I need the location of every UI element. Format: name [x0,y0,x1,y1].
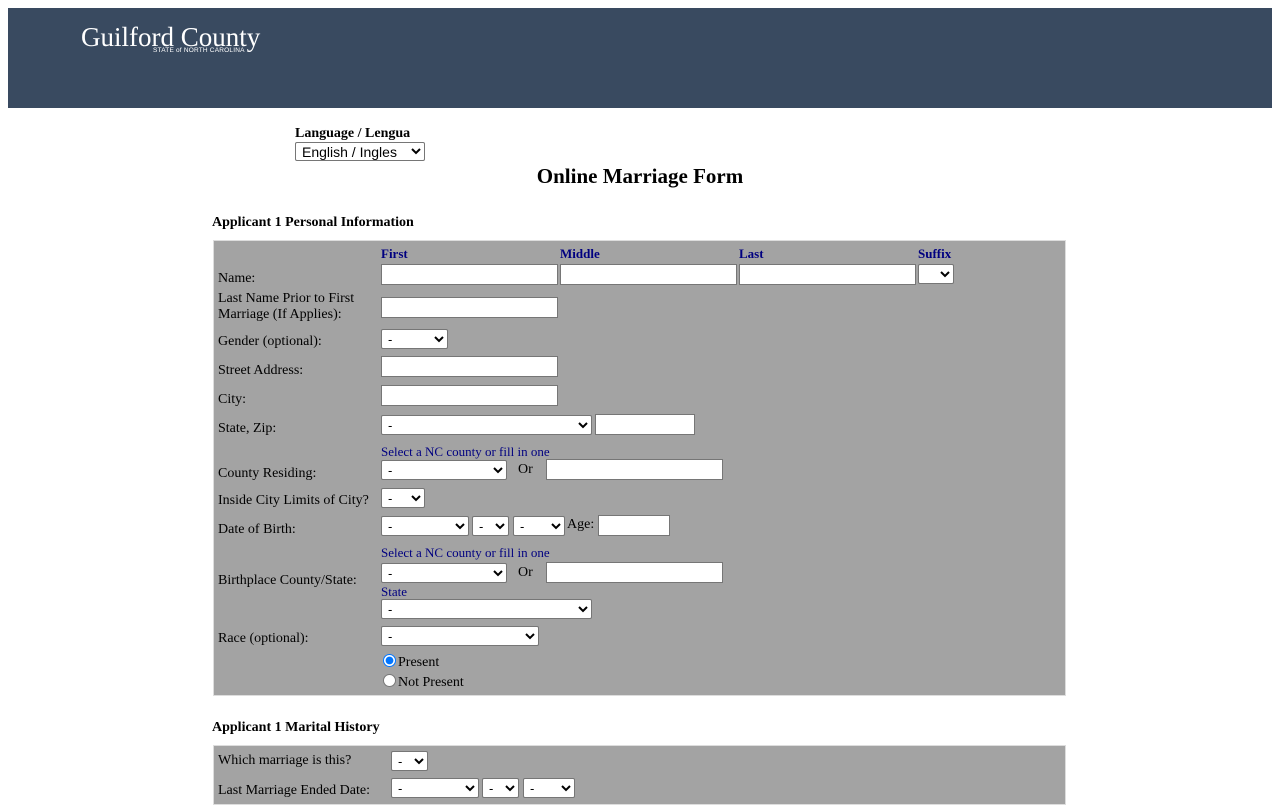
county-residing-input[interactable] [546,459,723,480]
language-label: Language / Lengua [295,126,411,141]
street-address-label: Street Address: [218,363,304,378]
dob-year-select[interactable]: - [513,516,565,536]
section-title-marital: Applicant 1 Marital History [212,720,380,735]
column-first: First [381,246,408,261]
which-marriage-select[interactable]: - [391,751,428,771]
column-suffix: Suffix [918,246,952,261]
middle-name-input[interactable] [560,264,737,285]
street-address-input[interactable] [381,356,558,377]
gender-label: Gender (optional): [218,334,322,349]
site-header: Guilford County STATE of NORTH CAROLINA [8,8,1272,108]
inside-city-label: Inside City Limits of City? [218,493,369,508]
ended-day-select[interactable]: - [482,778,519,798]
birthplace-county-input[interactable] [546,562,723,583]
county-residing-select[interactable]: - [381,460,507,480]
birthplace-hint: Select a NC county or fill in one [381,545,550,560]
section-title-personal: Applicant 1 Personal Information [212,215,414,230]
language-select[interactable]: English / Ingles [295,142,425,161]
city-input[interactable] [381,385,558,406]
gender-select[interactable]: - [381,329,448,349]
county-hint: Select a NC county or fill in one [381,444,550,459]
zip-input[interactable] [595,414,695,435]
state-select[interactable]: - [381,415,592,435]
or-text-county: Or [518,462,533,477]
ended-month-select[interactable]: - [391,778,479,798]
city-label: City: [218,392,247,407]
logo-subtitle: STATE of NORTH CAROLINA [153,47,245,54]
suffix-select[interactable] [918,264,954,284]
dob-day-select[interactable]: - [472,516,509,536]
prior-last-name-input[interactable] [381,297,558,318]
present-label: Present [398,655,440,670]
present-radio[interactable] [383,654,396,667]
birthplace-state-select[interactable]: - [381,599,592,619]
birthplace-label: Birthplace County/State: [218,573,357,588]
column-middle: Middle [560,246,600,261]
birthplace-county-select[interactable]: - [381,563,507,583]
last-name-input[interactable] [739,264,916,285]
not-present-radio[interactable] [383,674,396,687]
state-hint: State [381,584,407,599]
column-last: Last [739,246,764,261]
not-present-label: Not Present [398,675,464,690]
race-label: Race (optional): [218,631,309,646]
dob-month-select[interactable]: - [381,516,469,536]
first-name-input[interactable] [381,264,558,285]
present-option[interactable]: Present [383,654,439,671]
prior-name-label-line2: Marriage (If Applies): [218,307,342,322]
not-present-option[interactable]: Not Present [383,674,464,691]
age-input[interactable] [598,515,670,536]
inside-city-select[interactable]: - [381,488,425,508]
age-label: Age: [567,517,595,532]
state-zip-label: State, Zip: [218,421,277,436]
prior-name-label-line1: Last Name Prior to First [218,291,355,306]
which-marriage-label: Which marriage is this? [218,753,352,768]
or-text-birthplace: Or [518,565,533,580]
name-label: Name: [218,271,256,286]
county-residing-label: County Residing: [218,466,317,481]
dob-label: Date of Birth: [218,522,296,537]
page-title: Online Marriage Form [536,164,744,188]
ended-year-select[interactable]: - [523,778,575,798]
race-select[interactable]: - [381,626,539,646]
last-marriage-ended-label: Last Marriage Ended Date: [218,783,370,798]
